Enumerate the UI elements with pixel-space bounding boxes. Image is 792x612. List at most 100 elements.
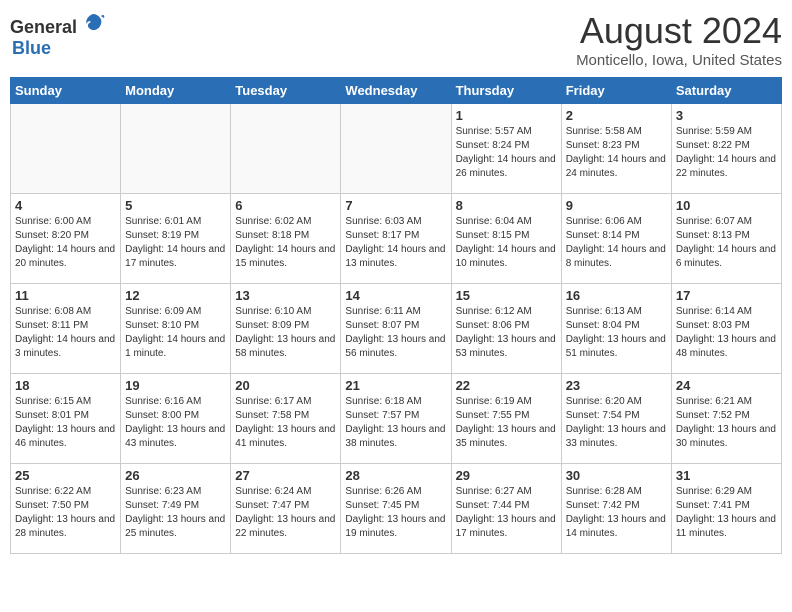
day-header-sunday: Sunday: [11, 78, 121, 104]
day-info: Sunrise: 6:13 AMSunset: 8:04 PMDaylight:…: [566, 305, 667, 361]
day-header-friday: Friday: [561, 78, 671, 104]
day-number: 21: [345, 378, 446, 393]
day-number: 4: [15, 198, 116, 213]
calendar-cell: 26Sunrise: 6:23 AMSunset: 7:49 PMDayligh…: [121, 464, 231, 554]
calendar-cell: 9 Sunrise: 6:06 AMSunset: 8:14 PMDaylight…: [561, 194, 671, 284]
day-info: Sunrise: 6:10 AMSunset: 8:09 PMDaylight:…: [235, 305, 336, 361]
day-info: Sunrise: 6:08 AMSunset: 8:11 PMDaylight:…: [15, 305, 116, 361]
week-row-4: 25 Sunrise: 6:22 AMSunset: 7:50 PMDayligh…: [11, 464, 782, 554]
week-row-2: 11 Sunrise: 6:08 AMSunset: 8:11 PMDayligh…: [11, 284, 782, 374]
day-number: 25: [15, 468, 116, 483]
day-number: 23: [566, 378, 667, 393]
day-info: Sunrise: 6:15 AMSunset: 8:01 PMDaylight:…: [15, 395, 116, 451]
day-header-saturday: Saturday: [671, 78, 781, 104]
day-number: 27: [235, 468, 336, 483]
calendar-cell: [231, 104, 341, 194]
day-header-monday: Monday: [121, 78, 231, 104]
day-number: 1: [456, 108, 557, 123]
calendar-cell: 6 Sunrise: 6:02 AMSunset: 8:18 PMDaylight…: [231, 194, 341, 284]
day-info: Sunrise: 6:19 AMSunset: 7:55 PMDaylight:…: [456, 395, 557, 451]
calendar-header: General Blue August 2024 Monticello, Iow…: [10, 10, 782, 69]
day-number: 6: [235, 198, 336, 213]
calendar-cell: 18Sunrise: 6:15 AMSunset: 8:01 PMDayligh…: [11, 374, 121, 464]
calendar-cell: [11, 104, 121, 194]
day-number: 16: [566, 288, 667, 303]
day-number: 10: [676, 198, 777, 213]
calendar-cell: 31 Sunrise: 6:29 AMSunset: 7:41 PMDayligh…: [671, 464, 781, 554]
day-info: Sunrise: 6:22 AMSunset: 7:50 PMDaylight:…: [15, 485, 116, 541]
calendar-cell: 4Sunrise: 6:00 AMSunset: 8:20 PMDaylight…: [11, 194, 121, 284]
calendar-cell: 23 Sunrise: 6:20 AMSunset: 7:54 PMDayligh…: [561, 374, 671, 464]
calendar-cell: 24 Sunrise: 6:21 AMSunset: 7:52 PMDayligh…: [671, 374, 781, 464]
day-info: Sunrise: 6:09 AMSunset: 8:10 PMDaylight:…: [125, 305, 226, 361]
calendar-title: August 2024: [576, 10, 782, 52]
day-number: 7: [345, 198, 446, 213]
logo-general: General: [10, 17, 77, 38]
day-number: 9: [566, 198, 667, 213]
calendar-cell: 2Sunrise: 5:58 AMSunset: 8:23 PMDaylight…: [561, 104, 671, 194]
calendar-cell: 21 Sunrise: 6:18 AMSunset: 7:57 PMDayligh…: [341, 374, 451, 464]
day-number: 11: [15, 288, 116, 303]
day-number: 8: [456, 198, 557, 213]
week-row-0: 1 Sunrise: 5:57 AMSunset: 8:24 PMDaylight…: [11, 104, 782, 194]
day-info: Sunrise: 6:03 AMSunset: 8:17 PMDaylight:…: [345, 215, 446, 271]
day-info: Sunrise: 6:29 AMSunset: 7:41 PMDaylight:…: [676, 485, 777, 541]
day-info: Sunrise: 6:24 AMSunset: 7:47 PMDaylight:…: [235, 485, 336, 541]
day-info: Sunrise: 6:12 AMSunset: 8:06 PMDaylight:…: [456, 305, 557, 361]
calendar-cell: 28 Sunrise: 6:26 AMSunset: 7:45 PMDayligh…: [341, 464, 451, 554]
calendar-cell: 25 Sunrise: 6:22 AMSunset: 7:50 PMDayligh…: [11, 464, 121, 554]
day-info: Sunrise: 6:20 AMSunset: 7:54 PMDaylight:…: [566, 395, 667, 451]
day-header-wednesday: Wednesday: [341, 78, 451, 104]
day-header-thursday: Thursday: [451, 78, 561, 104]
title-block: August 2024 Monticello, Iowa, United Sta…: [576, 10, 782, 69]
calendar-cell: 30Sunrise: 6:28 AMSunset: 7:42 PMDayligh…: [561, 464, 671, 554]
calendar-cell: 15Sunrise: 6:12 AMSunset: 8:06 PMDayligh…: [451, 284, 561, 374]
calendar-cell: 11 Sunrise: 6:08 AMSunset: 8:11 PMDayligh…: [11, 284, 121, 374]
calendar-cell: 3Sunrise: 5:59 AMSunset: 8:22 PMDaylight…: [671, 104, 781, 194]
day-info: Sunrise: 6:18 AMSunset: 7:57 PMDaylight:…: [345, 395, 446, 451]
calendar-cell: 10 Sunrise: 6:07 AMSunset: 8:13 PMDayligh…: [671, 194, 781, 284]
calendar-cell: 29 Sunrise: 6:27 AMSunset: 7:44 PMDayligh…: [451, 464, 561, 554]
week-row-3: 18Sunrise: 6:15 AMSunset: 8:01 PMDayligh…: [11, 374, 782, 464]
calendar-cell: [341, 104, 451, 194]
calendar-cell: 12 Sunrise: 6:09 AMSunset: 8:10 PMDayligh…: [121, 284, 231, 374]
calendar-cell: 13 Sunrise: 6:10 AMSunset: 8:09 PMDayligh…: [231, 284, 341, 374]
calendar-cell: 7 Sunrise: 6:03 AMSunset: 8:17 PMDaylight…: [341, 194, 451, 284]
calendar-subtitle: Monticello, Iowa, United States: [576, 52, 782, 69]
day-number: 5: [125, 198, 226, 213]
day-number: 30: [566, 468, 667, 483]
day-info: Sunrise: 5:59 AMSunset: 8:22 PMDaylight:…: [676, 125, 777, 181]
day-number: 13: [235, 288, 336, 303]
day-number: 29: [456, 468, 557, 483]
day-info: Sunrise: 6:21 AMSunset: 7:52 PMDaylight:…: [676, 395, 777, 451]
day-info: Sunrise: 6:26 AMSunset: 7:45 PMDaylight:…: [345, 485, 446, 541]
calendar-cell: 14Sunrise: 6:11 AMSunset: 8:07 PMDayligh…: [341, 284, 451, 374]
calendar-cell: [121, 104, 231, 194]
day-number: 20: [235, 378, 336, 393]
day-info: Sunrise: 6:27 AMSunset: 7:44 PMDaylight:…: [456, 485, 557, 541]
calendar-cell: 8 Sunrise: 6:04 AMSunset: 8:15 PMDaylight…: [451, 194, 561, 284]
calendar-cell: 19Sunrise: 6:16 AMSunset: 8:00 PMDayligh…: [121, 374, 231, 464]
day-number: 31: [676, 468, 777, 483]
day-info: Sunrise: 5:58 AMSunset: 8:23 PMDaylight:…: [566, 125, 667, 181]
day-number: 24: [676, 378, 777, 393]
day-info: Sunrise: 6:14 AMSunset: 8:03 PMDaylight:…: [676, 305, 777, 361]
day-info: Sunrise: 6:06 AMSunset: 8:14 PMDaylight:…: [566, 215, 667, 271]
day-number: 22: [456, 378, 557, 393]
calendar-cell: 22 Sunrise: 6:19 AMSunset: 7:55 PMDayligh…: [451, 374, 561, 464]
day-info: Sunrise: 5:57 AMSunset: 8:24 PMDaylight:…: [456, 125, 557, 181]
day-number: 26: [125, 468, 226, 483]
day-number: 12: [125, 288, 226, 303]
logo: General Blue: [10, 10, 107, 59]
day-header-tuesday: Tuesday: [231, 78, 341, 104]
day-number: 28: [345, 468, 446, 483]
calendar-cell: 1 Sunrise: 5:57 AMSunset: 8:24 PMDaylight…: [451, 104, 561, 194]
calendar-cell: 16 Sunrise: 6:13 AMSunset: 8:04 PMDayligh…: [561, 284, 671, 374]
day-info: Sunrise: 6:07 AMSunset: 8:13 PMDaylight:…: [676, 215, 777, 271]
calendar-cell: 17 Sunrise: 6:14 AMSunset: 8:03 PMDayligh…: [671, 284, 781, 374]
day-info: Sunrise: 6:04 AMSunset: 8:15 PMDaylight:…: [456, 215, 557, 271]
day-info: Sunrise: 6:02 AMSunset: 8:18 PMDaylight:…: [235, 215, 336, 271]
day-info: Sunrise: 6:01 AMSunset: 8:19 PMDaylight:…: [125, 215, 226, 271]
day-number: 17: [676, 288, 777, 303]
day-number: 14: [345, 288, 446, 303]
